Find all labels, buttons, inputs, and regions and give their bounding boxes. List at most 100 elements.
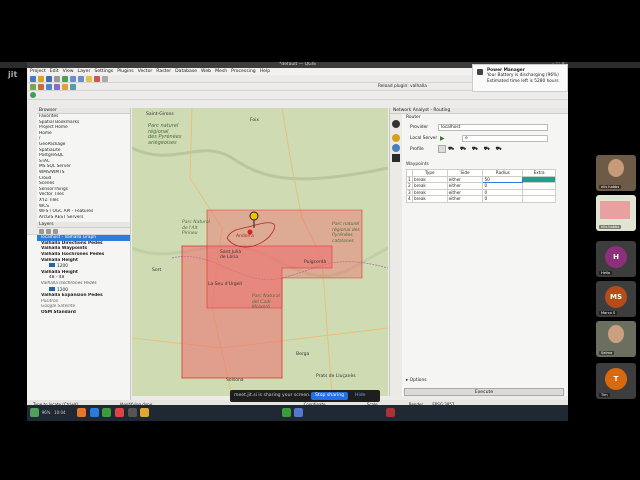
participant-tile[interactable]: nils.hobbs [596,195,636,231]
measure-icon[interactable] [102,75,108,82]
routing-icon[interactable] [392,120,400,128]
save-project-icon[interactable] [46,75,52,82]
battery-level: 96% [41,410,51,415]
participant-video [608,159,624,177]
layer-item[interactable]: OSM Standard [41,310,130,316]
menu-web[interactable]: Web [201,69,211,74]
filter-icon[interactable] [53,228,58,234]
add-wms-icon[interactable] [54,83,60,90]
options-toggle[interactable]: ▸ Options [406,378,427,383]
hide-button[interactable]: Hide [355,390,365,402]
digitize-icon[interactable] [70,83,76,90]
menu-view[interactable]: View [63,69,74,74]
participant-name: Selma [599,351,615,355]
qgis-task-icon[interactable] [281,408,291,417]
map-label-town: Andorra [236,234,254,239]
qgis-icon[interactable] [102,408,112,417]
map-label-town: Sant Julià de Lòria [220,250,242,260]
identify-icon[interactable] [86,75,92,82]
provider-label: Provider [410,125,429,130]
browser-item[interactable]: ArcGIS REST Servers [39,215,130,221]
expansion-icon[interactable] [392,154,400,162]
firefox-icon[interactable] [77,408,87,417]
open-project-icon[interactable] [38,75,44,82]
power-notification[interactable]: Power Manager Your Battery is dischargin… [472,64,568,92]
left-dock: Browser Favorites Spatial Bookmarks Proj… [27,108,131,400]
menu-database[interactable]: Database [175,69,197,74]
menu-processing[interactable]: Processing [231,69,256,74]
terminal-icon[interactable] [127,408,137,417]
map-label-town: La Seu d'Urgell [208,282,242,287]
waypoints-table-wrap: Type Side Radius Extra 1 break either 50… [406,169,556,203]
stop-sharing-button[interactable]: Stop sharing [311,392,349,400]
provider-select[interactable]: localhost [438,124,548,131]
participant-tile[interactable]: H Hella [596,241,636,277]
routing-dock: Network Analyst - Routing Router Provide… [389,108,568,396]
add-vector-icon[interactable] [30,83,36,90]
menu-settings[interactable]: Settings [94,69,113,74]
legend-label: 1200 [57,264,68,270]
screenshare-bar: meet.jit.si is sharing your screen. Stop… [230,390,380,402]
vehicle-profile-icons[interactable]: ⛟ ⛟ ⛟ ⛟ ⛟ [448,146,504,153]
power-icon[interactable] [385,408,395,417]
menu-vector[interactable]: Vector [138,69,153,74]
print-layout-icon[interactable] [54,75,60,82]
start-server-icon[interactable]: ▶ [440,135,445,142]
table-row[interactable]: 4 break either 0 [406,195,556,203]
menu-edit[interactable]: Edit [50,69,59,74]
select-icon[interactable] [94,75,100,82]
edit-pencil-icon[interactable] [62,83,68,90]
participant-name: nils hobbs [599,185,622,189]
tray-icon[interactable] [294,408,304,417]
zoom-in-icon[interactable] [70,75,76,82]
locator-icon[interactable] [30,92,36,98]
chromium-icon[interactable] [114,408,124,417]
menu-plugins[interactable]: Plugins [117,69,133,74]
open-styling-icon[interactable] [39,228,44,234]
menu-mesh[interactable]: Mesh [215,69,227,74]
type-cell[interactable]: break [412,195,448,203]
participant-name: Marco S [599,311,618,315]
menu-project[interactable]: Project [30,69,46,74]
map-label-town: Sort [152,268,162,273]
participant-tile[interactable]: T Tim [596,363,636,399]
isochrone-icon[interactable] [392,134,400,142]
pedestrian-profile-icon[interactable] [438,145,446,153]
local-server-select[interactable]: e [462,135,548,142]
matrix-icon[interactable] [392,144,400,152]
options-label: Options [409,378,427,383]
map-canvas[interactable]: Parc naturel régional des Pyrénées ariég… [132,108,388,396]
map-label-town: Berga [296,352,310,357]
participant-tile[interactable]: Selma [596,321,636,357]
reload-plugin-button[interactable]: Reload plugin: valhalla [378,84,427,89]
participant-tile[interactable]: nils hobbs [596,155,636,191]
map-label-park: Parc Natural del Cadí- Moixeró [252,294,280,310]
side-cell[interactable]: either [446,195,484,203]
add-raster-icon[interactable] [38,83,44,90]
new-project-icon[interactable] [30,75,36,82]
menu-layer[interactable]: Layer [78,69,91,74]
routing-panel-title: Network Analyst - Routing [390,108,568,114]
legend-label: 1200 [57,287,68,293]
waypoints-label: Waypoints [406,162,429,167]
add-group-icon[interactable] [46,228,51,234]
execute-button[interactable]: Execute [404,388,564,396]
map-label-park: Parc naturel régional des Pyrénées catal… [332,222,360,244]
map-label-park: Parc naturel régional des Pyrénées ariég… [148,123,182,146]
files-icon[interactable] [140,408,150,417]
profile-label: Profile [410,147,424,152]
window-title: *default — QGIS [279,62,316,67]
pan-icon[interactable] [62,75,68,82]
participant-tile[interactable]: MS Marco S [596,281,636,317]
participant-video [608,325,624,343]
menu-help[interactable]: Help [260,69,270,74]
start-menu-icon[interactable] [30,408,39,417]
vscode-icon[interactable] [89,408,99,417]
menu-raster[interactable]: Raster [156,69,171,74]
routing-side-toolbar [390,114,402,396]
toolbar-3 [27,91,568,100]
zoom-out-icon[interactable] [78,75,84,82]
radius-cell[interactable]: 0 [482,195,524,203]
extra-cell[interactable] [522,195,556,203]
add-postgis-icon[interactable] [46,83,52,90]
